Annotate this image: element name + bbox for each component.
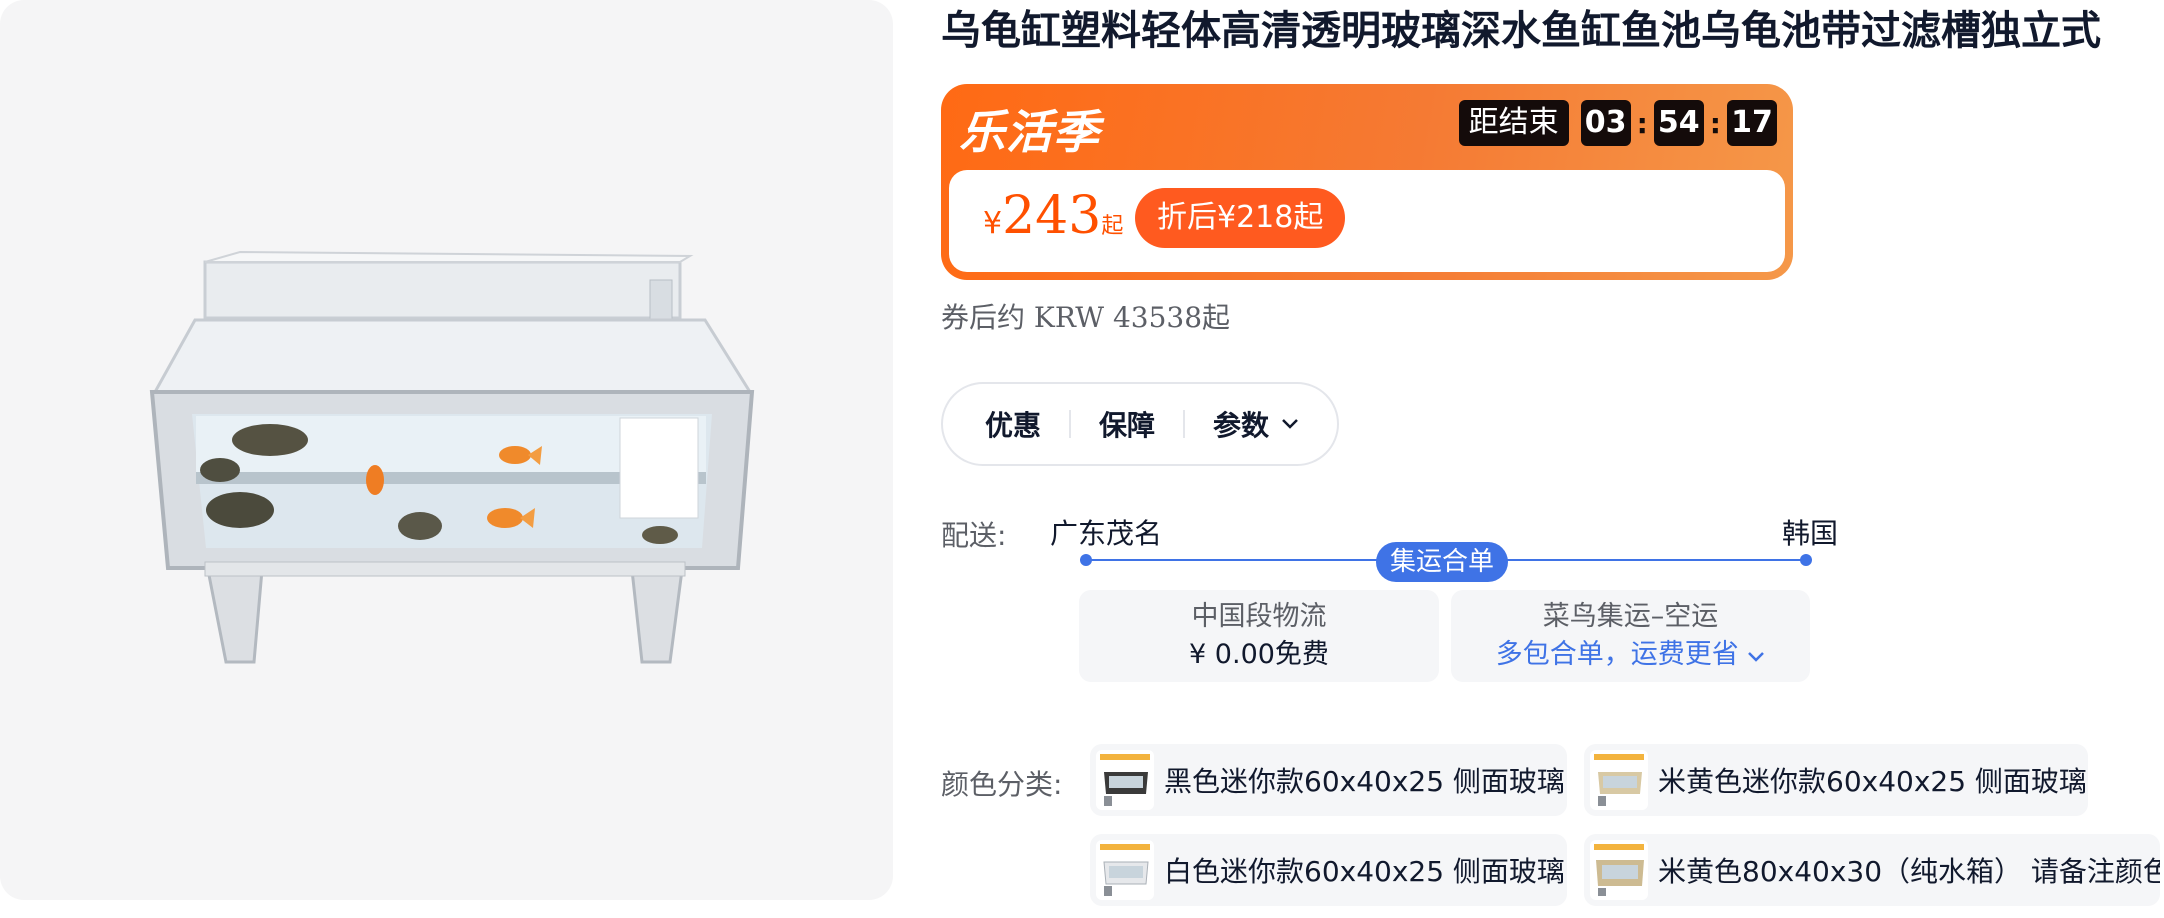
- price-value: 243: [1002, 186, 1102, 246]
- tab-divider: [1069, 410, 1072, 438]
- color-option-black-mini[interactable]: 黑色迷你款60x40x25 侧面玻璃: [1090, 744, 1567, 816]
- route-end-dot: [1800, 554, 1812, 566]
- color-option-label: 米黄色80x40x30（纯水箱） 请备注颜色: [1658, 855, 2160, 888]
- promo-brand-logo: 乐活季: [959, 105, 1100, 159]
- beige-tank-thumbnail: [1590, 750, 1648, 810]
- chevron-down-icon: [1282, 419, 1298, 429]
- color-option-beige-mini[interactable]: 米黄色迷你款60x40x25 侧面玻璃: [1584, 744, 2088, 816]
- price: ¥243起: [983, 186, 1123, 246]
- countdown-minutes: 54: [1653, 100, 1704, 146]
- consolidated-shipping-card[interactable]: 菜鸟集运–空运 多包合单，运费更省: [1451, 590, 1810, 682]
- product-title: 乌龟缸塑料轻体高清透明玻璃深水鱼缸鱼池乌龟池带过滤槽独立式: [941, 8, 2101, 54]
- tab-discounts[interactable]: 优惠: [985, 404, 1041, 444]
- shipping-origin: 广东茂名: [1050, 517, 1163, 550]
- domestic-logistics-card: 中国段物流 ¥ 0.00免费: [1079, 590, 1439, 682]
- consolidated-shipping-note-text: 多包合单，运费更省: [1495, 639, 1739, 670]
- color-option-label: 白色迷你款60x40x25 侧面玻璃: [1164, 855, 1565, 888]
- color-option-beige-large[interactable]: 米黄色80x40x30（纯水箱） 请备注颜色: [1584, 834, 2160, 906]
- consolidated-shipping-title: 菜鸟集运–空运: [1542, 601, 1719, 632]
- chevron-down-icon: [1748, 652, 1765, 662]
- price-currency: ¥: [983, 206, 1003, 241]
- tab-guarantee[interactable]: 保障: [1099, 404, 1155, 444]
- tab-parameters-label: 参数: [1213, 409, 1270, 442]
- beige-large-tank-thumbnail: [1590, 840, 1648, 900]
- color-option-white-mini[interactable]: 白色迷你款60x40x25 侧面玻璃: [1090, 834, 1567, 906]
- shipping-label: 配送:: [941, 519, 1007, 552]
- white-tank-thumbnail: [1096, 840, 1154, 900]
- domestic-logistics-fee: ¥ 0.00免费: [1189, 639, 1329, 670]
- consolidated-shipping-note[interactable]: 多包合单，运费更省: [1451, 636, 1810, 674]
- countdown-separator: :: [1636, 106, 1648, 140]
- countdown-hours: 03: [1580, 100, 1631, 146]
- product-main-image[interactable]: [0, 0, 893, 900]
- aquarium-illustration: [149, 250, 755, 664]
- info-tabs: 优惠 保障 参数: [941, 382, 1339, 466]
- color-option-label: 黑色迷你款60x40x25 侧面玻璃: [1164, 765, 1565, 798]
- countdown-timer: 距结束 03 : 54 : 17: [1458, 100, 1777, 146]
- countdown-seconds: 17: [1727, 100, 1777, 146]
- price-panel: ¥243起 折后¥218起: [949, 170, 1785, 272]
- consolidation-badge: 集运合单: [1376, 542, 1509, 582]
- color-option-label: 米黄色迷你款60x40x25 侧面玻璃: [1658, 765, 2087, 798]
- tab-divider: [1183, 410, 1186, 438]
- domestic-logistics-title: 中国段物流: [1191, 601, 1327, 632]
- tab-parameters[interactable]: 参数: [1213, 404, 1299, 444]
- coupon-price-text: 券后约 KRW 43538起: [941, 301, 1231, 334]
- color-category-label: 颜色分类:: [941, 768, 1063, 801]
- price-suffix: 起: [1101, 214, 1124, 239]
- countdown-label: 距结束: [1458, 100, 1569, 146]
- route-start-dot: [1080, 554, 1092, 566]
- discount-price-button[interactable]: 折后¥218起: [1135, 188, 1346, 248]
- countdown-separator: :: [1709, 106, 1721, 140]
- shipping-destination: 韩国: [1782, 517, 1839, 550]
- promo-banner: 乐活季 距结束 03 : 54 : 17 ¥243起 折后¥218起: [941, 84, 1793, 280]
- black-tank-thumbnail: [1096, 750, 1154, 810]
